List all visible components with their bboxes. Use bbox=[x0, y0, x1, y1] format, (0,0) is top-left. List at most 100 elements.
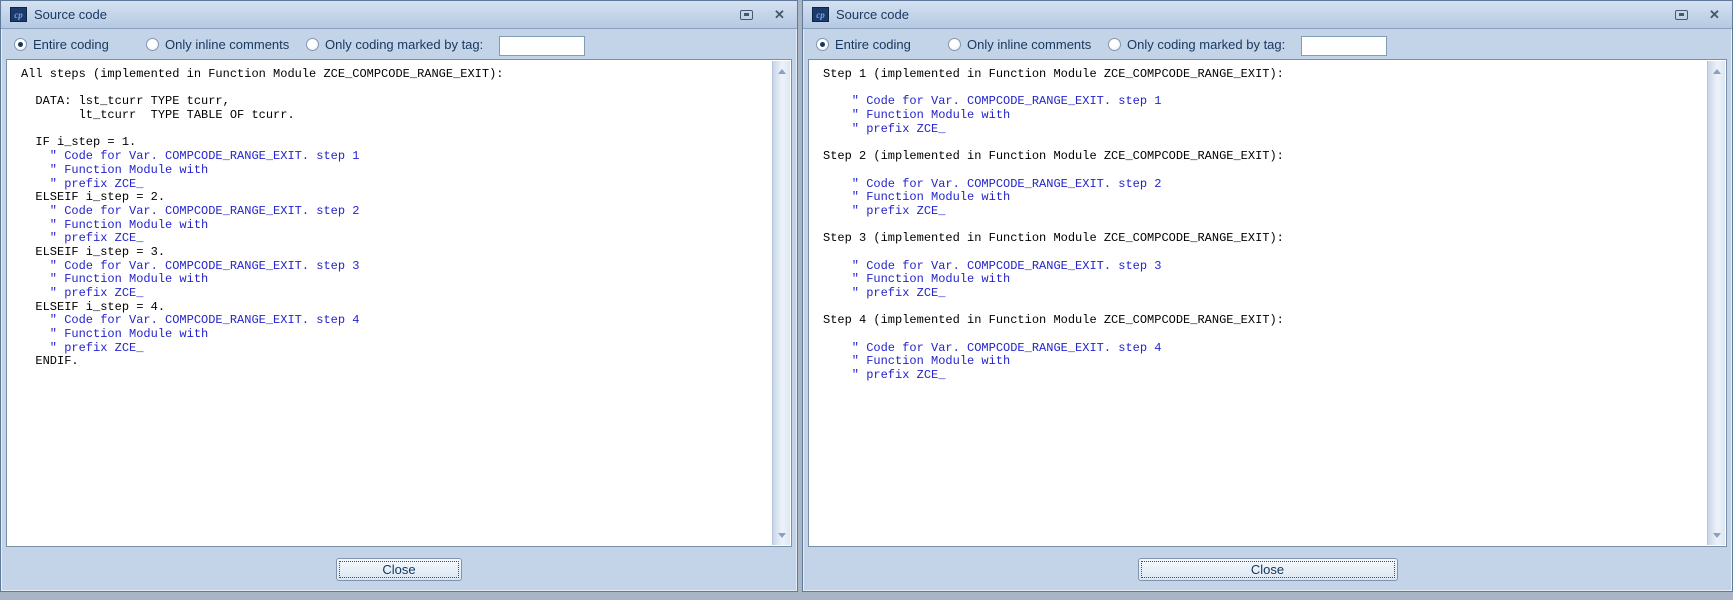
code-line: " Function Module with bbox=[823, 191, 1706, 205]
radio-only-inline-comments[interactable]: Only inline comments bbox=[948, 37, 1091, 52]
code-line: Step 4 (implemented in Function Module Z… bbox=[823, 314, 1706, 328]
window-controls: ✕ bbox=[738, 7, 788, 22]
window-title: Source code bbox=[34, 7, 107, 22]
restore-icon bbox=[1675, 10, 1688, 20]
titlebar[interactable]: cp Source code ✕ bbox=[803, 1, 1732, 29]
code-line: " Function Module with bbox=[21, 328, 771, 342]
scroll-up-button[interactable] bbox=[773, 63, 790, 79]
window-icon: cp bbox=[812, 7, 829, 22]
tag-input[interactable] bbox=[1301, 36, 1387, 56]
scroll-up-icon bbox=[1713, 69, 1721, 74]
code-line: " Code for Var. COMPCODE_RANGE_EXIT. ste… bbox=[823, 95, 1706, 109]
scroll-up-button[interactable] bbox=[1708, 63, 1725, 79]
code-line: " Function Module with bbox=[21, 219, 771, 233]
code-line: " prefix ZCE_ bbox=[823, 123, 1706, 137]
window-title: Source code bbox=[836, 7, 909, 22]
radio-button-icon bbox=[948, 38, 961, 51]
code-view[interactable]: Step 1 (implemented in Function Module Z… bbox=[810, 61, 1706, 545]
code-line bbox=[21, 82, 771, 96]
code-line: " Code for Var. COMPCODE_RANGE_EXIT. ste… bbox=[21, 205, 771, 219]
scroll-down-button[interactable] bbox=[1708, 527, 1725, 543]
code-line bbox=[823, 219, 1706, 233]
vertical-scrollbar[interactable] bbox=[1707, 61, 1725, 545]
code-panel: All steps (implemented in Function Modul… bbox=[6, 59, 792, 547]
close-button[interactable]: Close bbox=[336, 558, 462, 581]
code-line: " prefix ZCE_ bbox=[21, 178, 771, 192]
code-line: " Function Module with bbox=[823, 355, 1706, 369]
filter-radio-row: Entire coding Only inline comments Only … bbox=[6, 33, 792, 59]
close-button-label: Close bbox=[382, 562, 415, 577]
restore-icon bbox=[740, 10, 753, 20]
close-icon: ✕ bbox=[1709, 8, 1720, 21]
radio-button-icon bbox=[14, 38, 27, 51]
code-line: ELSEIF i_step = 2. bbox=[21, 191, 771, 205]
close-icon: ✕ bbox=[774, 8, 785, 21]
close-window-button[interactable]: ✕ bbox=[1706, 7, 1723, 22]
radio-button-icon bbox=[146, 38, 159, 51]
code-line bbox=[823, 301, 1706, 315]
code-line: ELSEIF i_step = 4. bbox=[21, 301, 771, 315]
radio-only-coding-marked-by-tag[interactable]: Only coding marked by tag: bbox=[306, 37, 483, 52]
radio-entire-coding[interactable]: Entire coding bbox=[14, 37, 109, 52]
code-line: " Code for Var. COMPCODE_RANGE_EXIT. ste… bbox=[21, 150, 771, 164]
radio-label: Entire coding bbox=[835, 37, 911, 52]
radio-label: Entire coding bbox=[33, 37, 109, 52]
tag-input[interactable] bbox=[499, 36, 585, 56]
close-window-button[interactable]: ✕ bbox=[771, 7, 788, 22]
code-line: " Function Module with bbox=[823, 109, 1706, 123]
button-row: Close bbox=[808, 547, 1727, 591]
titlebar[interactable]: cp Source code ✕ bbox=[1, 1, 797, 29]
code-panel: Step 1 (implemented in Function Module Z… bbox=[808, 59, 1727, 547]
code-line: " prefix ZCE_ bbox=[823, 205, 1706, 219]
code-line: " prefix ZCE_ bbox=[21, 342, 771, 356]
code-line: DATA: lst_tcurr TYPE tcurr, bbox=[21, 95, 771, 109]
code-line: lt_tcurr TYPE TABLE OF tcurr. bbox=[21, 109, 771, 123]
code-line bbox=[823, 82, 1706, 96]
code-line: " prefix ZCE_ bbox=[823, 369, 1706, 383]
window-body: Entire coding Only inline comments Only … bbox=[1, 29, 797, 591]
window-controls: ✕ bbox=[1673, 7, 1723, 22]
close-button[interactable]: Close bbox=[1138, 558, 1398, 581]
code-line: Step 2 (implemented in Function Module Z… bbox=[823, 150, 1706, 164]
scroll-down-icon bbox=[1713, 533, 1721, 538]
radio-button-icon bbox=[1108, 38, 1121, 51]
code-line: IF i_step = 1. bbox=[21, 136, 771, 150]
code-line: " prefix ZCE_ bbox=[823, 287, 1706, 301]
code-line bbox=[823, 328, 1706, 342]
radio-only-coding-marked-by-tag[interactable]: Only coding marked by tag: bbox=[1108, 37, 1285, 52]
code-line: ENDIF. bbox=[21, 355, 771, 369]
code-line: " Function Module with bbox=[21, 273, 771, 287]
code-line: " prefix ZCE_ bbox=[21, 287, 771, 301]
restore-button[interactable] bbox=[1673, 7, 1690, 22]
code-line bbox=[823, 164, 1706, 178]
radio-label: Only coding marked by tag: bbox=[1127, 37, 1285, 52]
code-line: " prefix ZCE_ bbox=[21, 232, 771, 246]
radio-label: Only inline comments bbox=[165, 37, 289, 52]
source-code-window-right: cp Source code ✕ Entire coding Only inli… bbox=[802, 0, 1733, 592]
radio-entire-coding[interactable]: Entire coding bbox=[816, 37, 911, 52]
code-line: " Code for Var. COMPCODE_RANGE_EXIT. ste… bbox=[823, 178, 1706, 192]
code-line bbox=[823, 136, 1706, 150]
code-line: Step 1 (implemented in Function Module Z… bbox=[823, 68, 1706, 82]
code-line: " Function Module with bbox=[21, 164, 771, 178]
code-line: " Code for Var. COMPCODE_RANGE_EXIT. ste… bbox=[823, 260, 1706, 274]
radio-button-icon bbox=[816, 38, 829, 51]
code-view[interactable]: All steps (implemented in Function Modul… bbox=[8, 61, 771, 545]
window-icon: cp bbox=[10, 7, 27, 22]
source-code-window-left: cp Source code ✕ Entire coding Only inli… bbox=[0, 0, 798, 592]
code-line bbox=[21, 123, 771, 137]
scroll-up-icon bbox=[778, 69, 786, 74]
code-line: " Code for Var. COMPCODE_RANGE_EXIT. ste… bbox=[21, 260, 771, 274]
code-line: " Code for Var. COMPCODE_RANGE_EXIT. ste… bbox=[21, 314, 771, 328]
filter-radio-row: Entire coding Only inline comments Only … bbox=[808, 33, 1727, 59]
scroll-down-button[interactable] bbox=[773, 527, 790, 543]
radio-only-inline-comments[interactable]: Only inline comments bbox=[146, 37, 289, 52]
code-line: All steps (implemented in Function Modul… bbox=[21, 68, 771, 82]
vertical-scrollbar[interactable] bbox=[772, 61, 790, 545]
radio-label: Only coding marked by tag: bbox=[325, 37, 483, 52]
code-line: " Code for Var. COMPCODE_RANGE_EXIT. ste… bbox=[823, 342, 1706, 356]
code-line: Step 3 (implemented in Function Module Z… bbox=[823, 232, 1706, 246]
desktop-background: { "colors": { "titlebar_top": "#d4e1f2",… bbox=[0, 0, 1733, 600]
code-line: ELSEIF i_step = 3. bbox=[21, 246, 771, 260]
restore-button[interactable] bbox=[738, 7, 755, 22]
